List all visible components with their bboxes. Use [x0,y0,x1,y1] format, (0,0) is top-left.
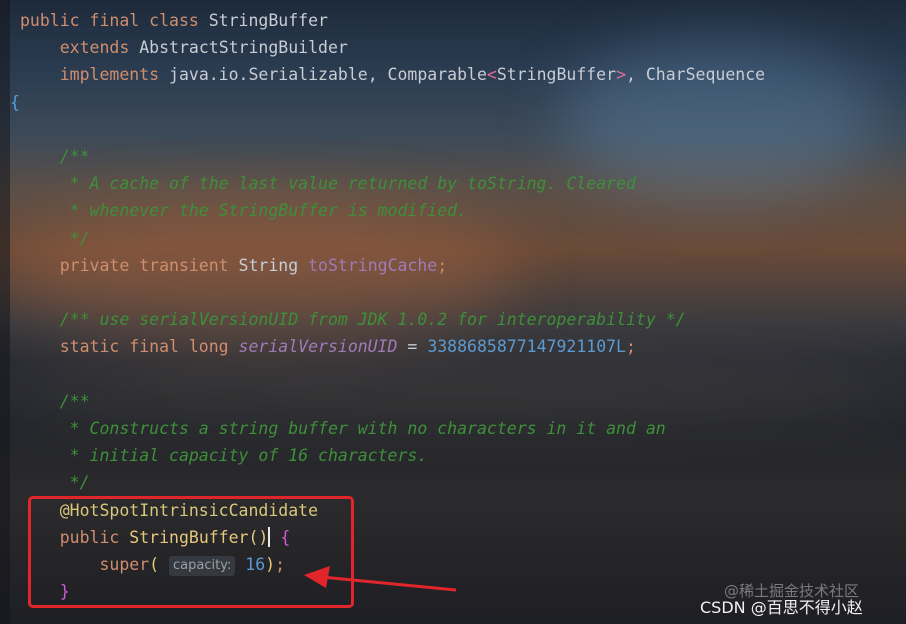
code-line: /** [20,143,90,170]
code-token: ; [626,337,636,357]
code-line: */ [20,225,90,252]
code-token: serialVersionUID [238,337,398,357]
code-token: /** [20,391,90,411]
code-token: */ [20,228,90,248]
code-line: */ [20,469,90,496]
code-token: java.io.Serializable, Comparable [169,65,487,85]
code-line: extends AbstractStringBuilder [20,34,348,61]
highlight-box [28,496,354,608]
code-token: private transient [20,255,239,275]
code-token: implements [20,65,170,85]
code-token: extends [20,38,140,58]
code-token: * initial capacity of 16 characters. [20,446,428,466]
code-token: < [486,65,497,85]
code-token: > [616,65,626,85]
code-token: 3388685877147921107L [427,337,626,357]
code-line: public final class StringBuffer [20,7,328,34]
code-token: = [397,337,428,357]
code-line: * Constructs a string buffer with no cha… [20,415,666,442]
code-token: StringBuffer [496,65,617,85]
code-line: static final long serialVersionUID = 338… [20,333,636,360]
code-token: AbstractStringBuilder [139,38,348,58]
code-token: toStringCache [308,255,438,275]
code-token: , CharSequence [626,65,766,85]
code-token: StringBuffer [208,11,328,30]
code-token: /** use serialVersionUID from JDK 1.0.2 … [20,310,686,330]
code-token: ; [437,255,448,275]
code-line: /** [20,388,90,415]
code-line: * whenever the StringBuffer is modified. [20,197,467,224]
code-token: */ [20,473,90,493]
code-token: static final long [20,337,239,357]
code-line: * A cache of the last value returned by … [20,170,636,197]
code-line: * initial capacity of 16 characters. [20,442,428,469]
code-token: * whenever the StringBuffer is modified. [20,201,468,221]
code-token: String [238,255,309,275]
code-token: * A cache of the last value returned by … [20,174,636,194]
code-line: implements java.io.Serializable, Compara… [20,61,765,88]
code-token: public final class [20,11,209,30]
code-token: * Constructs a string buffer with no cha… [20,419,666,438]
code-line: /** use serialVersionUID from JDK 1.0.2 … [20,306,686,333]
code-token: /** [20,147,90,166]
watermark-csdn: CSDN @百思不得小赵 [700,598,863,617]
code-token: { [10,92,20,112]
code-line: { [10,89,20,116]
code-line: private transient String toStringCache; [20,252,447,279]
